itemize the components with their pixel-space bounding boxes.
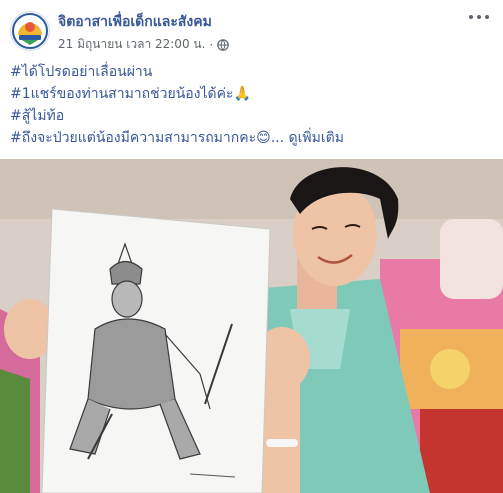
post-line-1: #ได้โปรดอย่าเลื่อนผ่าน	[10, 61, 495, 83]
post-line-2: #1แชร์ของท่านสามาถช่วยน้องได้ค่ะ🙏	[10, 83, 495, 105]
globe-icon[interactable]	[217, 38, 230, 51]
page-avatar[interactable]	[10, 11, 50, 51]
post-line-3: #สู้ไม่ท้อ	[10, 105, 495, 127]
post-line-4: #ถึงจะป่วยแต่น้องมีความสามารถมากคะ😊... ด…	[10, 127, 495, 149]
hashtag-link[interactable]: #ได้โปรดอย่าเลื่อนผ่าน	[10, 64, 152, 80]
meta-separator: ·	[209, 37, 214, 52]
hashtag-link[interactable]: #1แชร์ของท่านสามาถช่วยน้องได้ค่ะ🙏	[10, 86, 251, 102]
post-photo[interactable]	[0, 159, 503, 493]
page-logo-icon	[12, 13, 48, 49]
more-options-icon[interactable]	[469, 11, 489, 23]
facebook-post: จิตอาสาเพื่อเด็กและสังคม 21 มิถุนายน เวล…	[0, 0, 503, 493]
page-name-link[interactable]: จิตอาสาเพื่อเด็กและสังคม	[58, 11, 212, 33]
post-meta: 21 มิถุนายน เวลา 22:00 น. ·	[58, 35, 230, 54]
see-more-link[interactable]: ดูเพิ่มเติม	[289, 130, 344, 146]
post-header: จิตอาสาเพื่อเด็กและสังคม 21 มิถุนายน เวล…	[0, 0, 503, 60]
post-text: #ได้โปรดอย่าเลื่อนผ่าน #1แชร์ของท่านสามา…	[10, 61, 495, 149]
post-timestamp[interactable]: 21 มิถุนายน เวลา 22:00 น.	[58, 35, 205, 54]
photo-image	[0, 159, 503, 493]
hashtag-link[interactable]: #สู้ไม่ท้อ	[10, 108, 64, 124]
hashtag-link[interactable]: #ถึงจะป่วยแต่น้องมีความสามารถมากคะ😊...	[10, 130, 284, 146]
